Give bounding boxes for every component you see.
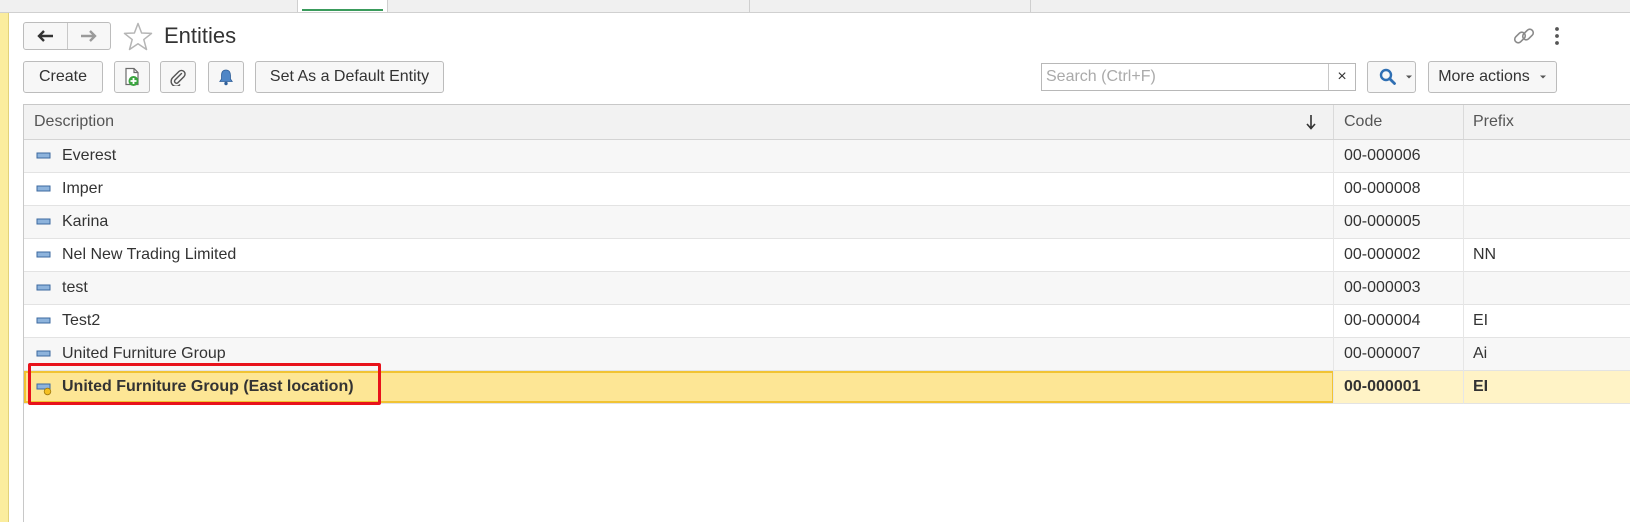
notify-button[interactable] <box>208 61 244 93</box>
more-actions-button[interactable]: More actions <box>1428 61 1557 93</box>
table-row[interactable]: Karina 00-000005 <box>24 206 1630 239</box>
item-icon <box>36 152 51 159</box>
tab-strip <box>0 0 1630 13</box>
item-icon <box>36 317 51 324</box>
set-default-entity-button[interactable]: Set As a Default Entity <box>255 61 444 93</box>
create-button[interactable]: Create <box>23 61 103 93</box>
item-icon <box>36 284 51 291</box>
cell-prefix: EI <box>1473 378 1489 395</box>
forward-button[interactable] <box>66 23 111 49</box>
attach-button[interactable] <box>160 61 196 93</box>
search-icon <box>1379 68 1396 85</box>
column-header-prefix[interactable]: Prefix <box>1473 105 1514 139</box>
table-row[interactable]: Everest 00-000006 <box>24 140 1630 173</box>
cell-code: 00-000004 <box>1344 312 1421 329</box>
link-icon[interactable] <box>1512 25 1536 47</box>
search-box: × <box>1041 63 1356 91</box>
cell-description: Test2 <box>62 312 101 329</box>
chevron-down-icon <box>1406 75 1412 79</box>
bell-icon <box>219 69 233 86</box>
search-input[interactable] <box>1042 64 1328 90</box>
cell-description: Karina <box>62 213 109 230</box>
left-side-strip <box>0 13 9 522</box>
kebab-menu-icon[interactable] <box>1553 26 1561 46</box>
column-grid-line <box>1463 140 1464 404</box>
column-header-description[interactable]: Description <box>34 105 114 139</box>
arrow-right-icon <box>80 30 97 42</box>
cell-code: 00-000005 <box>1344 213 1421 230</box>
tab-item[interactable] <box>388 0 750 12</box>
cell-code: 00-000007 <box>1344 345 1421 362</box>
cell-code: 00-000003 <box>1344 279 1421 296</box>
cell-description: Everest <box>62 147 117 164</box>
back-button[interactable] <box>24 23 67 49</box>
entities-table: Description Code Prefix Everest 00-00000… <box>23 104 1630 522</box>
table-row[interactable]: test 00-000003 <box>24 272 1630 305</box>
cell-description: Imper <box>62 180 103 197</box>
create-copy-button[interactable] <box>114 61 150 93</box>
cell-description: Nel New Trading Limited <box>62 246 237 263</box>
table-row[interactable]: Test2 00-000004 EI <box>24 305 1630 338</box>
cell-prefix: Ai <box>1473 345 1488 362</box>
item-icon <box>36 218 51 225</box>
history-nav <box>23 22 111 50</box>
tab-item[interactable] <box>0 0 298 12</box>
column-grid-line <box>1333 140 1334 404</box>
sort-down-icon[interactable] <box>1304 113 1318 131</box>
page-title: Entities <box>164 23 237 48</box>
highlight-annotation <box>28 363 381 405</box>
cell-prefix: NN <box>1473 246 1497 263</box>
document-add-icon <box>125 67 139 86</box>
item-icon <box>36 350 51 357</box>
arrow-left-icon <box>37 30 54 42</box>
cell-code: 00-000008 <box>1344 180 1421 197</box>
table-row[interactable]: Nel New Trading Limited 00-000002 NN <box>24 239 1630 272</box>
tab-item-active[interactable] <box>298 0 388 12</box>
search-options-button[interactable] <box>1367 61 1416 93</box>
cell-code: 00-000002 <box>1344 246 1421 263</box>
star-icon[interactable] <box>122 21 154 53</box>
cell-prefix: EI <box>1473 312 1489 329</box>
paperclip-icon <box>170 69 186 86</box>
column-divider <box>1333 105 1334 139</box>
clear-search-button[interactable]: × <box>1328 64 1355 90</box>
column-header-code[interactable]: Code <box>1344 105 1382 139</box>
table-header: Description Code Prefix <box>24 105 1630 140</box>
table-row[interactable]: Imper 00-000008 <box>24 173 1630 206</box>
chevron-down-icon <box>1539 75 1546 79</box>
cell-code: 00-000001 <box>1344 378 1421 395</box>
more-actions-label: More actions <box>1438 68 1530 85</box>
cell-description: test <box>62 279 88 296</box>
item-icon <box>36 251 51 258</box>
tab-item[interactable] <box>750 0 1031 12</box>
item-icon <box>36 185 51 192</box>
column-divider <box>1463 105 1464 139</box>
cell-code: 00-000006 <box>1344 147 1421 164</box>
